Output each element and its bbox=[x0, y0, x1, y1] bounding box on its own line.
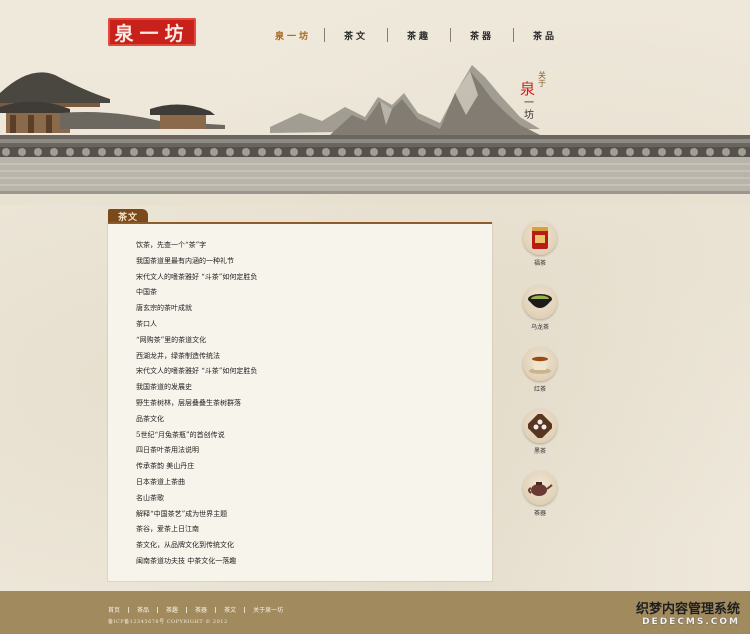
footer-link-about[interactable]: 关于泉一坊 bbox=[245, 605, 291, 614]
tea-cup-icon bbox=[523, 347, 557, 381]
nav-item-home[interactable]: 泉一坊 bbox=[262, 22, 324, 48]
category-fu-tea[interactable]: 福茶 bbox=[510, 221, 570, 267]
article-link[interactable]: 5世纪“月兔茶瓶”的首创传说 bbox=[136, 428, 476, 444]
footer-link-products[interactable]: 茶品 bbox=[129, 605, 157, 614]
nav-item-tea-products[interactable]: 茶品 bbox=[514, 22, 576, 48]
article-link[interactable]: 饮茶，先查一个“茶”字 bbox=[136, 238, 476, 254]
article-link[interactable]: 四日茶叶茶用法说明 bbox=[136, 443, 476, 459]
logo[interactable]: 泉一坊 bbox=[108, 18, 196, 46]
footer-link-home[interactable]: 首页 bbox=[108, 605, 128, 614]
article-link[interactable]: 品茶文化 bbox=[136, 412, 476, 428]
footer: 首页 茶品 茶趣 茶器 茶文 关于泉一坊 备ICP备12345678号 COPY… bbox=[0, 591, 750, 634]
section-tab: 茶文 bbox=[108, 209, 148, 223]
category-dark-tea[interactable]: 黑茶 bbox=[510, 409, 570, 455]
nav-item-tea-articles[interactable]: 茶文 bbox=[325, 22, 387, 48]
article-link[interactable]: 传承茶韵 美山丹庄 bbox=[136, 459, 476, 475]
article-link[interactable]: 解释“中国茶艺”成为世界主题 bbox=[136, 507, 476, 523]
article-link[interactable]: 西湖龙井，绿茶制造传统法 bbox=[136, 349, 476, 365]
about-badge[interactable]: 关于 泉 一坊 bbox=[520, 72, 550, 132]
category-label: 红茶 bbox=[533, 386, 546, 393]
category-label: 茶器 bbox=[533, 510, 546, 517]
article-link[interactable]: 我国茶道的发展史 bbox=[136, 380, 476, 396]
category-label: 乌龙茶 bbox=[530, 324, 549, 331]
category-label: 福茶 bbox=[533, 260, 546, 267]
nav-item-tea-fun[interactable]: 茶趣 bbox=[388, 22, 450, 48]
category-black-tea[interactable]: 红茶 bbox=[510, 347, 570, 393]
article-link[interactable]: 宋代文人的嗜茶雅好 “斗茶”如何定胜负 bbox=[136, 364, 476, 380]
article-link[interactable]: 唐玄宗的茶叶成就 bbox=[136, 301, 476, 317]
article-link[interactable]: 闽南茶道功夫技 中茶文化一落趣 bbox=[136, 554, 476, 570]
watermark: 织梦内容管理系统 DEDECMS.COM bbox=[636, 598, 740, 627]
watermark-domain: DEDECMS.COM bbox=[642, 617, 740, 627]
article-link[interactable]: 宋代文人的嗜茶雅好 “斗茶”如何定胜负 bbox=[136, 270, 476, 286]
nav-item-tea-ware[interactable]: 茶器 bbox=[451, 22, 513, 48]
category-oolong[interactable]: 乌龙茶 bbox=[510, 285, 570, 331]
article-link[interactable]: 茶文化，从品牌文化到传统文化 bbox=[136, 538, 476, 554]
logo-text: 泉一坊 bbox=[114, 22, 190, 45]
copyright-text: 备ICP备12345678号 COPYRIGHT © 2012 bbox=[108, 619, 228, 625]
article-link[interactable]: 野生茶树林，层层叠叠生茶树群落 bbox=[136, 396, 476, 412]
tea-tray-icon bbox=[523, 409, 557, 443]
pagoda-left bbox=[0, 72, 225, 133]
article-panel: 饮茶，先查一个“茶”字 我国茶道里最有内涵的一种礼节 宋代文人的嗜茶雅好 “斗茶… bbox=[108, 224, 492, 581]
article-list: 饮茶，先查一个“茶”字 我国茶道里最有内涵的一种礼节 宋代文人的嗜茶雅好 “斗茶… bbox=[136, 238, 476, 570]
article-link[interactable]: 茶谷，爱茶上日江南 bbox=[136, 522, 476, 538]
about-big-char: 泉 bbox=[520, 80, 536, 98]
article-link[interactable]: “网购茶”里的茶道文化 bbox=[136, 333, 476, 349]
footer-link-ware[interactable]: 茶器 bbox=[187, 605, 215, 614]
header-landscape-illustration bbox=[0, 65, 750, 205]
article-link[interactable]: 我国茶道里最有内涵的一种礼节 bbox=[136, 254, 476, 270]
footer-link-fun[interactable]: 茶趣 bbox=[158, 605, 186, 614]
article-link[interactable]: 日本茶道上茶曲 bbox=[136, 475, 476, 491]
article-link[interactable]: 名山茶歌 bbox=[136, 491, 476, 507]
article-link[interactable]: 茶口人 bbox=[136, 317, 476, 333]
about-sub-text: 一坊 bbox=[524, 98, 534, 121]
header: 泉一坊 泉一坊 茶文 茶趣 茶器 茶品 关于 泉 一坊 bbox=[0, 0, 750, 205]
article-link[interactable]: 中国茶 bbox=[136, 285, 476, 301]
main-nav: 泉一坊 茶文 茶趣 茶器 茶品 bbox=[262, 22, 576, 48]
category-tea-ware[interactable]: 茶器 bbox=[510, 471, 570, 517]
footer-link-articles[interactable]: 茶文 bbox=[216, 605, 244, 614]
about-small-text: 关于 bbox=[538, 71, 546, 88]
tea-tin-icon bbox=[523, 221, 557, 255]
teapot-icon bbox=[523, 471, 557, 505]
footer-nav: 首页 茶品 茶趣 茶器 茶文 关于泉一坊 bbox=[108, 605, 291, 614]
tea-bowl-icon bbox=[523, 285, 557, 319]
category-label: 黑茶 bbox=[533, 448, 546, 455]
watermark-title: 织梦内容管理系统 bbox=[635, 602, 740, 617]
